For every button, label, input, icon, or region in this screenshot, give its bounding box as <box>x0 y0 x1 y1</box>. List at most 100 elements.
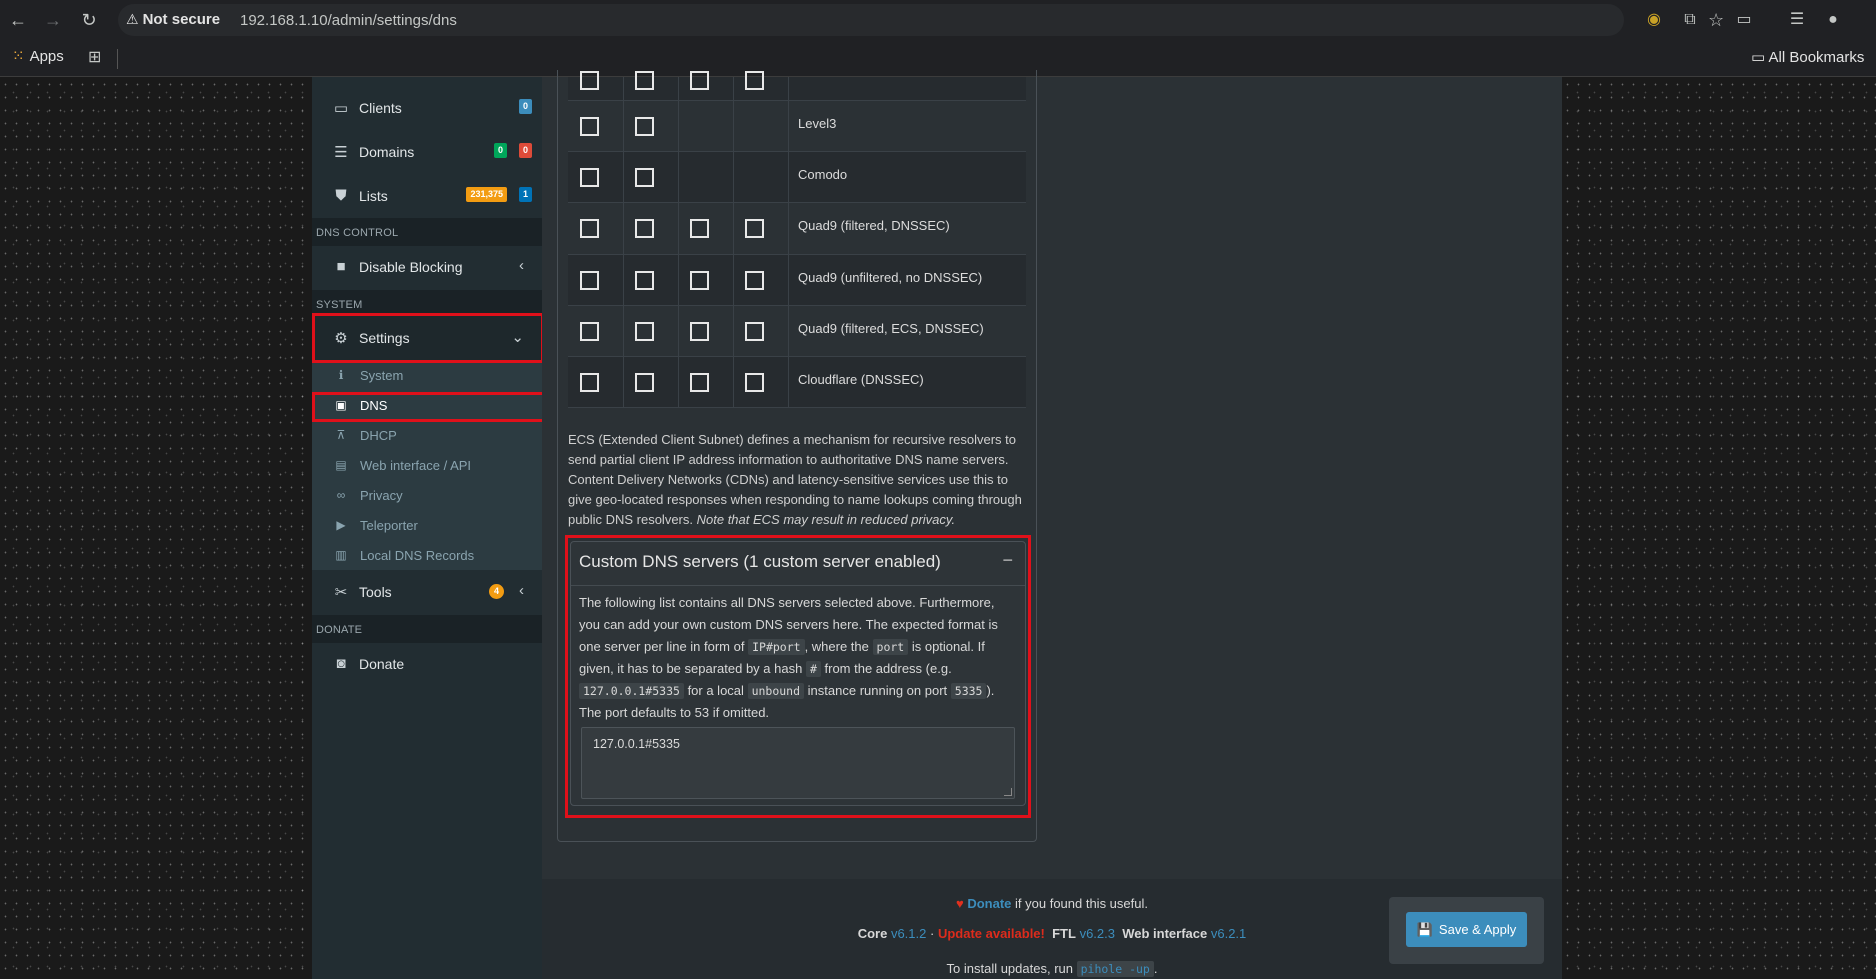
sidebar-item-label: Clients <box>359 100 402 116</box>
ecs-note: Note that ECS may result in reduced priv… <box>696 512 956 527</box>
apps-bookmark[interactable]: ⁙ Apps <box>12 47 64 65</box>
all-bookmarks[interactable]: ▭ All Bookmarks <box>1751 48 1864 66</box>
sidebar-sub-teleporter[interactable]: ▶ Teleporter <box>312 510 542 540</box>
upstream-checkbox[interactable] <box>745 271 764 290</box>
donate-icon: ◙ <box>336 655 346 672</box>
upstream-checkbox[interactable] <box>580 168 599 187</box>
security-warning[interactable]: ⚠ Not secure <box>126 11 220 28</box>
ftl-version[interactable]: v6.2.3 <box>1080 926 1115 941</box>
cell-divider <box>678 203 679 254</box>
sidebar-item-label: Lists <box>359 188 388 204</box>
code-unbound: unbound <box>747 683 805 699</box>
table-row: Cloudflare (DNSSEC) <box>568 357 1026 408</box>
install-command: pihole -up <box>1076 961 1154 977</box>
forward-icon[interactable]: → <box>41 8 65 32</box>
upstream-name: Quad9 (filtered, DNSSEC) <box>798 218 950 233</box>
sidebar-item-donate[interactable]: ◙ Donate <box>312 642 542 686</box>
upstream-checkbox[interactable] <box>580 271 599 290</box>
upstream-name: Quad9 (unfiltered, no DNSSEC) <box>798 270 983 285</box>
custom-dns-textarea[interactable]: 127.0.0.1#5335 <box>581 727 1015 799</box>
back-icon[interactable]: ← <box>6 8 30 32</box>
cell-divider <box>788 77 789 100</box>
upstream-checkbox[interactable] <box>580 219 599 238</box>
core-version[interactable]: v6.1.2 <box>891 926 926 941</box>
cell-divider <box>788 203 789 254</box>
cell-divider <box>678 306 679 356</box>
sidebar-sub-local-dns[interactable]: ▥ Local DNS Records <box>312 540 542 570</box>
sidebar-sub-system[interactable]: ℹ System <box>312 360 542 390</box>
upstream-checkbox[interactable] <box>635 373 654 392</box>
cast-icon[interactable]: ▭ <box>1733 9 1755 31</box>
upstream-checkbox[interactable] <box>690 219 709 238</box>
url-text[interactable]: 192.168.1.10/admin/settings/dns <box>240 12 457 29</box>
upstream-checkbox[interactable] <box>580 117 599 136</box>
upstream-name: Cloudflare (DNSSEC) <box>798 372 924 387</box>
code-ipport: IP#port <box>748 639 805 655</box>
upstream-checkbox[interactable] <box>580 373 599 392</box>
upstream-checkbox[interactable] <box>745 373 764 392</box>
upstream-checkbox[interactable] <box>690 271 709 290</box>
upstream-checkbox[interactable] <box>635 71 654 90</box>
cell-divider <box>788 101 789 151</box>
upstream-name: Level3 <box>798 116 837 131</box>
upstream-checkbox[interactable] <box>580 71 599 90</box>
upstream-checkbox[interactable] <box>690 322 709 341</box>
upstream-checkbox[interactable] <box>690 373 709 392</box>
upstream-checkbox[interactable] <box>635 322 654 341</box>
collapse-button[interactable]: − <box>1002 550 1013 571</box>
list-icon: ☰ <box>334 144 348 161</box>
upstream-checkbox[interactable] <box>745 322 764 341</box>
puzzle-icon[interactable]: ⧉ <box>1679 9 1701 31</box>
shield-icon: ⛊ <box>335 187 347 204</box>
reload-icon[interactable]: ↻ <box>77 8 101 32</box>
save-apply-button[interactable]: 💾 Save & Apply <box>1406 912 1527 947</box>
table-row: Comodo <box>568 152 1026 203</box>
update-available[interactable]: Update available! <box>938 926 1045 941</box>
bookmark-star-icon[interactable]: ☆ <box>1708 10 1724 31</box>
laptop-icon: ▭ <box>333 100 349 117</box>
sidebar-item-tools[interactable]: ✂ Tools 4 ‹ <box>312 570 542 614</box>
sidebar-sub-privacy[interactable]: ∞ Privacy <box>312 480 542 510</box>
sidebar-sub-dhcp[interactable]: ⊼ DHCP <box>312 420 542 450</box>
cell-divider <box>623 357 624 407</box>
table-row <box>568 71 1026 101</box>
upstream-checkbox[interactable] <box>690 71 709 90</box>
upstream-checkbox[interactable] <box>635 168 654 187</box>
cell-divider <box>733 203 734 254</box>
resize-handle[interactable] <box>1004 788 1012 796</box>
sidebar-sub-web-interface[interactable]: ▤ Web interface / API <box>312 450 542 480</box>
address-bar[interactable]: ⚠ Not secure 192.168.1.10/admin/settings/… <box>118 4 1724 36</box>
sidebar-item-label: Donate <box>359 656 405 672</box>
upstream-checkbox[interactable] <box>745 219 764 238</box>
sidebar-sub-label: Privacy <box>360 488 403 503</box>
table-row: Quad9 (filtered, DNSSEC) <box>568 203 1026 255</box>
sidebar-item-disable-blocking[interactable]: ■ Disable Blocking ‹ <box>312 245 542 289</box>
tab-groups-icon[interactable]: ⊞ <box>88 47 101 67</box>
sidebar-sub-label: DHCP <box>360 428 397 443</box>
cell-divider <box>623 255 624 305</box>
dns-control-header: DNS CONTROL <box>312 218 542 246</box>
sidebar-item-lists[interactable]: ⛊ Lists 231,375 1 <box>312 174 542 218</box>
custom-dns-help: The following list contains all DNS serv… <box>579 595 998 720</box>
system-header: SYSTEM <box>312 290 542 318</box>
sidebar-item-clients[interactable]: ▭ Clients 0 <box>312 86 542 130</box>
sidebar-item-domains[interactable]: ☰ Domains 0 0 <box>312 130 542 174</box>
profile-avatar[interactable]: ● <box>1822 9 1844 31</box>
binoculars-icon: ∞ <box>336 488 346 502</box>
reading-list-icon[interactable]: ☰ <box>1786 9 1808 31</box>
web-version[interactable]: v6.2.1 <box>1211 926 1246 941</box>
gears-icon: ⚙ <box>334 330 348 347</box>
extension-icon[interactable]: ◉ <box>1643 9 1665 31</box>
cell-divider <box>788 357 789 407</box>
code-port: port <box>872 639 909 655</box>
sidebar-item-settings[interactable]: ⚙ Settings ⌄ <box>312 316 542 362</box>
donate-link[interactable]: Donate <box>967 896 1011 911</box>
chevron-left-icon: ‹ <box>519 582 524 599</box>
sidebar-sub-dns[interactable]: ▣ DNS <box>312 390 542 420</box>
upstream-checkbox[interactable] <box>580 322 599 341</box>
upstream-checkbox[interactable] <box>635 117 654 136</box>
upstream-checkbox[interactable] <box>635 271 654 290</box>
upstream-checkbox[interactable] <box>745 71 764 90</box>
upstream-checkbox[interactable] <box>635 219 654 238</box>
chevron-down-icon: ⌄ <box>511 329 524 346</box>
